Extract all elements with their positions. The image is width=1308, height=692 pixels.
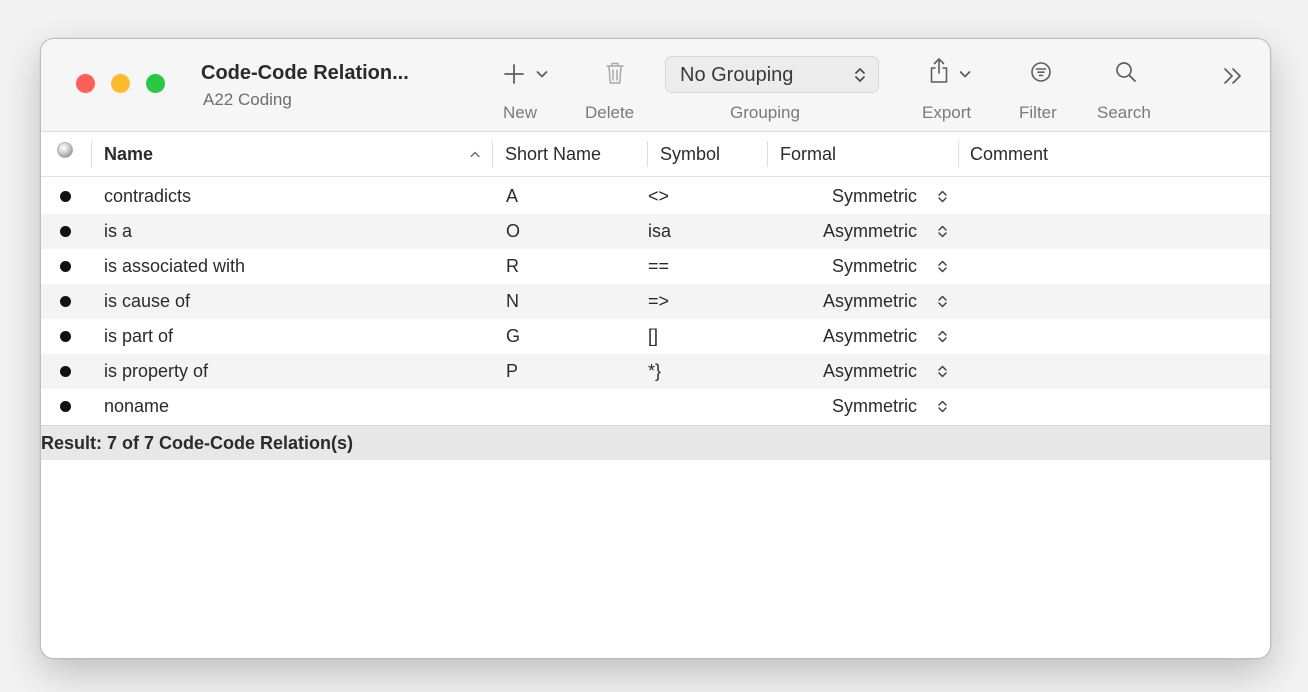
formal-select[interactable]: Symmetric xyxy=(771,249,917,284)
trash-icon xyxy=(606,62,624,84)
color-dot xyxy=(60,191,71,202)
formal-select[interactable]: Asymmetric xyxy=(771,214,917,249)
table-row[interactable]: is part of G [] Asymmetric xyxy=(41,319,1270,354)
color-dot xyxy=(60,331,71,342)
color-dot xyxy=(60,226,71,237)
cell-symbol: isa xyxy=(648,221,672,241)
color-dot xyxy=(60,366,71,377)
table-row[interactable]: noname Symmetric xyxy=(41,389,1270,424)
cell-symbol: [] xyxy=(648,326,659,346)
sort-ascending-icon xyxy=(470,151,480,158)
filter-icon xyxy=(1031,62,1051,82)
cell-formal: Symmetric xyxy=(832,396,917,416)
cell-short-name: G xyxy=(506,326,521,346)
column-separator[interactable] xyxy=(958,141,959,167)
cell-name: is property of xyxy=(104,361,209,381)
column-header-short-name[interactable]: Short Name xyxy=(505,144,601,165)
cell-name: is associated with xyxy=(104,256,246,276)
cell-formal: Asymmetric xyxy=(823,361,917,381)
cell-name: is cause of xyxy=(104,291,191,311)
zoom-window-button[interactable] xyxy=(146,74,165,93)
export-label: Export xyxy=(922,103,972,122)
cell-formal: Symmetric xyxy=(832,186,917,206)
minimize-window-button[interactable] xyxy=(111,74,130,93)
up-down-chevron-icon xyxy=(855,68,865,82)
up-down-chevron-icon[interactable] xyxy=(937,259,948,274)
color-dot xyxy=(60,296,71,307)
table-row[interactable]: is cause of N => Asymmetric xyxy=(41,284,1270,319)
result-count: Result: 7 of 7 Code-Code Relation(s) xyxy=(41,433,354,453)
column-header-name[interactable]: Name xyxy=(104,144,153,165)
formal-select[interactable]: Asymmetric xyxy=(771,354,917,389)
table-header: Name Short Name Symbol Formal Comment xyxy=(41,132,1270,177)
cell-symbol: *} xyxy=(648,361,662,381)
delete-label: Delete xyxy=(585,103,635,122)
color-dot xyxy=(60,261,71,272)
filter-label: Filter xyxy=(1019,103,1057,122)
window-title: Code-Code Relation... xyxy=(201,62,409,84)
column-separator[interactable] xyxy=(647,141,648,167)
cell-short-name: R xyxy=(506,256,519,276)
up-down-chevron-icon[interactable] xyxy=(937,399,948,414)
cell-formal: Asymmetric xyxy=(823,221,917,241)
empty-table-area[interactable] xyxy=(41,460,1270,658)
up-down-chevron-icon[interactable] xyxy=(937,294,948,309)
grouping-value: No Grouping xyxy=(680,64,794,86)
search-icon xyxy=(1116,62,1136,82)
share-icon xyxy=(930,58,948,83)
column-separator[interactable] xyxy=(767,141,768,167)
cell-formal: Asymmetric xyxy=(823,326,917,346)
cell-formal: Asymmetric xyxy=(823,291,917,311)
cell-symbol: == xyxy=(648,256,670,276)
grouping-select[interactable]: No Grouping xyxy=(665,56,879,93)
chevron-double-right-icon[interactable] xyxy=(1222,67,1244,85)
cell-name: is part of xyxy=(104,326,174,346)
up-down-chevron-icon[interactable] xyxy=(937,364,948,379)
delete-button[interactable]: Delete xyxy=(581,49,651,129)
table-row[interactable]: contradicts A <> Symmetric xyxy=(41,179,1270,214)
column-header-formal[interactable]: Formal xyxy=(780,144,836,165)
table-row[interactable]: is property of P *} Asymmetric xyxy=(41,354,1270,389)
table-row[interactable]: is a O isa Asymmetric xyxy=(41,214,1270,249)
cell-short-name: A xyxy=(506,186,519,206)
window-subtitle: A22 Coding xyxy=(203,90,292,109)
cell-symbol: <> xyxy=(648,186,670,206)
search-button[interactable]: Search xyxy=(1095,49,1165,129)
export-button[interactable]: Export xyxy=(919,49,989,129)
up-down-chevron-icon[interactable] xyxy=(937,329,948,344)
up-down-chevron-icon[interactable] xyxy=(937,189,948,204)
formal-select[interactable]: Asymmetric xyxy=(771,319,917,354)
cell-short-name: N xyxy=(506,291,519,311)
cell-name: contradicts xyxy=(104,186,192,206)
close-window-button[interactable] xyxy=(76,74,95,93)
cell-name: noname xyxy=(104,396,170,416)
formal-select[interactable]: Symmetric xyxy=(771,179,917,214)
window: Code-Code Relation... A22 Coding New Del… xyxy=(40,38,1271,659)
column-separator[interactable] xyxy=(91,141,92,167)
result-status-bar: Result: 7 of 7 Code-Code Relation(s) xyxy=(41,425,1270,461)
cell-symbol: => xyxy=(648,291,670,311)
formal-select[interactable]: Symmetric xyxy=(771,389,917,424)
cell-short-name: P xyxy=(506,361,519,381)
cell-short-name: O xyxy=(506,221,521,241)
new-button[interactable]: New xyxy=(496,49,566,129)
color-column-icon[interactable] xyxy=(56,141,74,159)
cell-formal: Symmetric xyxy=(832,256,917,276)
grouping-label: Grouping xyxy=(730,103,800,122)
new-label: New xyxy=(503,103,538,122)
formal-select[interactable]: Asymmetric xyxy=(771,284,917,319)
column-header-symbol[interactable]: Symbol xyxy=(660,144,720,165)
color-dot xyxy=(60,401,71,412)
column-separator[interactable] xyxy=(492,141,493,167)
search-label: Search xyxy=(1097,103,1151,122)
cell-name: is a xyxy=(104,221,133,241)
up-down-chevron-icon[interactable] xyxy=(937,224,948,239)
table-row[interactable]: is associated with R == Symmetric xyxy=(41,249,1270,284)
column-header-comment[interactable]: Comment xyxy=(970,144,1048,165)
plus-icon xyxy=(504,64,524,84)
chevron-down-icon xyxy=(959,71,971,78)
toolbar: Code-Code Relation... A22 Coding New Del… xyxy=(41,39,1270,132)
chevron-down-icon xyxy=(536,71,548,78)
filter-button[interactable]: Filter xyxy=(1016,49,1076,129)
